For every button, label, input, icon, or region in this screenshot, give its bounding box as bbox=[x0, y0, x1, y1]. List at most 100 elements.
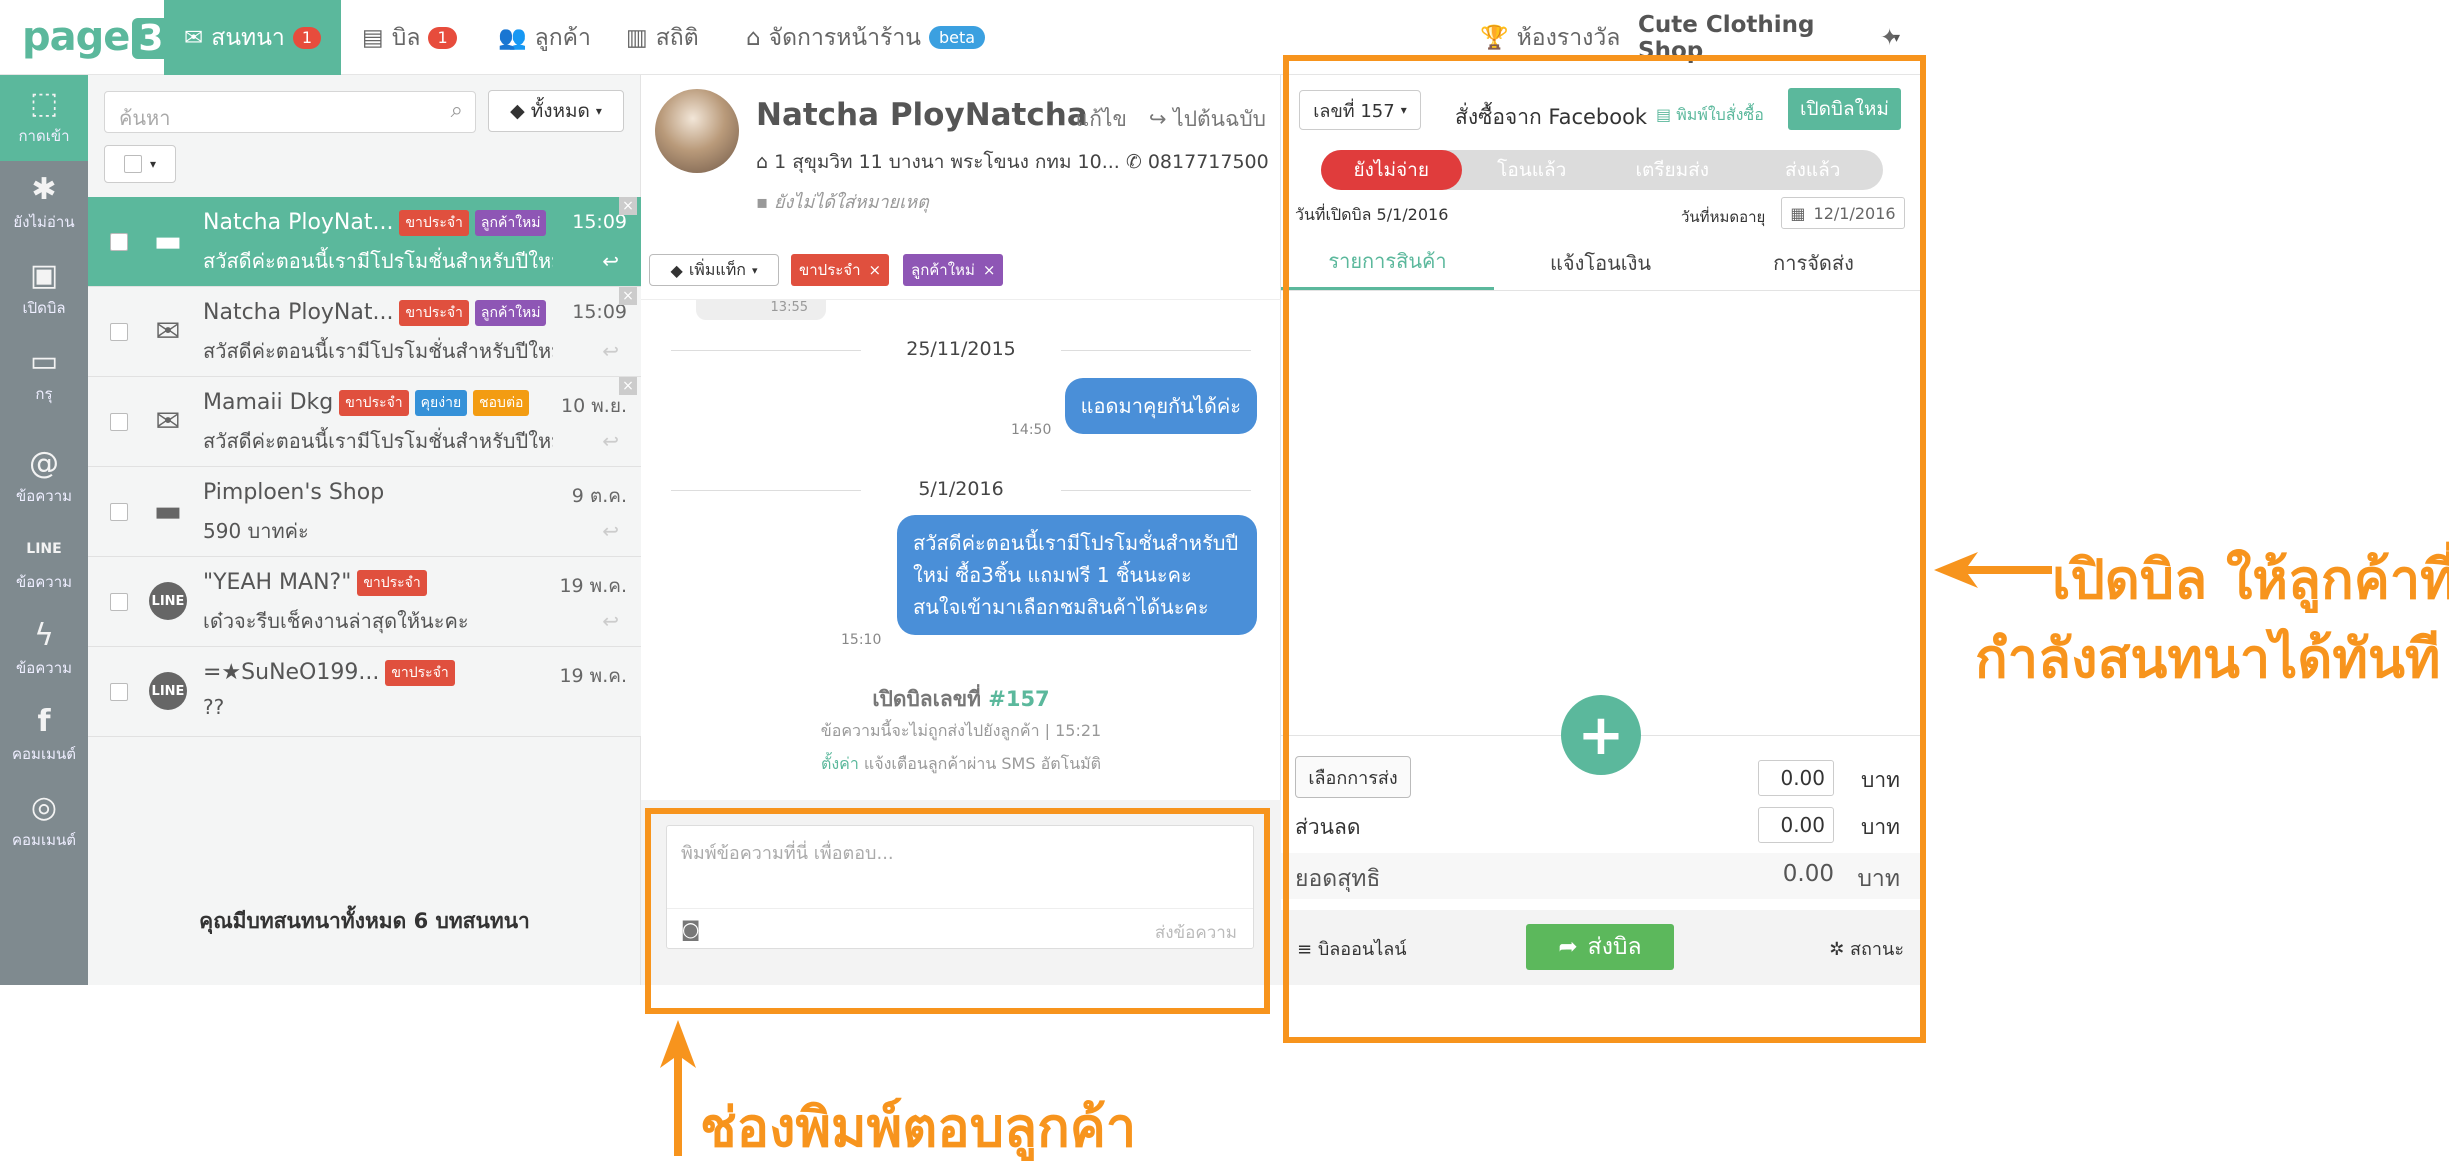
row-checkbox[interactable] bbox=[110, 233, 128, 251]
message-time: 15:10 bbox=[841, 632, 882, 648]
outgoing-message: สวัสดีค่ะตอนนี้เรามีโปรโมชั่นสำหรับปีใหม… bbox=[897, 515, 1257, 635]
search-input[interactable]: ค้นหา ⌕ bbox=[104, 91, 476, 133]
select-all-checkbox[interactable] bbox=[123, 155, 142, 173]
reply-icon: ↩ bbox=[602, 339, 619, 363]
rail-open-bill[interactable]: ▣ เปิดบิล bbox=[0, 247, 88, 333]
message-time: 10 พ.ย. bbox=[561, 395, 627, 417]
tag-chip: ลูกค้าใหม่ bbox=[474, 210, 547, 236]
tag-chip: ขาประจำ bbox=[357, 570, 427, 596]
contact-name: Natcha PloyNat... bbox=[203, 210, 394, 235]
row-checkbox[interactable] bbox=[110, 593, 128, 611]
row-checkbox[interactable] bbox=[110, 683, 128, 701]
row-checkbox[interactable] bbox=[110, 503, 128, 521]
reply-icon: ↩ bbox=[602, 429, 619, 453]
beta-badge: beta bbox=[929, 26, 986, 49]
date-separator: 5/1/2016 bbox=[671, 478, 1251, 500]
contact-name: Mamaii Dkg bbox=[203, 390, 334, 415]
rail-facebook-comment[interactable]: f คอมเมนต์ bbox=[0, 693, 88, 779]
message-time: 19 พ.ค. bbox=[559, 665, 627, 687]
inbox-tray-icon: ⬚ bbox=[29, 85, 59, 121]
bill-created-label: เปิดบิลเลขที่ bbox=[872, 687, 981, 711]
select-all-dropdown[interactable]: ▾ bbox=[104, 145, 176, 183]
conversation-row[interactable]: ▬ Natcha PloyNat... ขาประจำ ลูกค้าใหม่ สวั… bbox=[88, 197, 641, 287]
nav-bill[interactable]: ▤ บิล 1 bbox=[342, 0, 477, 75]
bill-notice: ข้อความนี้จะไม่ถูกส่งไปยังลูกค้า | 15:21 bbox=[820, 721, 1102, 740]
contact-name: Natcha PloyNat... bbox=[203, 300, 394, 325]
message-preview: 590 บาทค่ะ bbox=[203, 519, 309, 543]
rail-messenger-msg[interactable]: ϟ ข้อความ bbox=[0, 607, 88, 693]
conversation-row[interactable]: ▬ Pimploen's Shop 590 บาทค่ะ 9 ต.ค. ↩ bbox=[88, 467, 641, 557]
reply-icon: ↩ bbox=[602, 249, 619, 273]
shopping-bag-icon: ▣ bbox=[29, 257, 59, 293]
tag-chip: ขาประจำ bbox=[385, 660, 455, 686]
bill-highlight-box bbox=[1283, 55, 1926, 1043]
message-time: 9 ต.ค. bbox=[571, 485, 627, 507]
close-icon[interactable]: × bbox=[619, 197, 637, 215]
arrow-left-icon bbox=[1934, 552, 2052, 588]
nav-customers[interactable]: 👥 ลูกค้า bbox=[478, 0, 611, 75]
message-preview: เด๋วจะรีบเช็คงานล่าสุดให้นะคะ bbox=[203, 609, 469, 633]
line-icon: LINE bbox=[149, 672, 187, 710]
search-icon: ⌕ bbox=[450, 98, 463, 123]
date-separator: 25/11/2015 bbox=[671, 338, 1251, 360]
chat-badge: 1 bbox=[292, 26, 322, 49]
annotation-open-bill-2: กำลังสนทนาได้ทันที bbox=[1975, 627, 2441, 690]
bill-badge: 1 bbox=[428, 26, 457, 49]
conversation-row[interactable]: ✉ Natcha PloyNat... ขาประจำ ลูกค้าใหม่ สวั… bbox=[88, 287, 641, 377]
message-preview: ?? bbox=[203, 695, 225, 719]
conversation-row[interactable]: LINE =★SuNeO199... ขาประจำ ?? 19 พ.ค. bbox=[88, 647, 641, 737]
reply-icon: ↩ bbox=[602, 609, 619, 633]
line-icon: LINE bbox=[26, 541, 62, 557]
tag-chip: ขาประจำ bbox=[399, 210, 469, 236]
rail-instagram-comment[interactable]: ◎ คอมเมนต์ bbox=[0, 779, 88, 865]
rail-unread[interactable]: ✱ ยังไม่อ่าน bbox=[0, 161, 88, 247]
envelope-icon: ✉ bbox=[155, 313, 181, 349]
close-icon[interactable]: × bbox=[619, 377, 637, 395]
asterisk-icon: ✱ bbox=[31, 171, 57, 207]
annotation-open-bill: เปิดบิล ให้ลูกค้าที่ bbox=[2052, 548, 2449, 611]
bar-chart-icon: ▥ bbox=[626, 24, 648, 51]
at-icon: @ bbox=[29, 445, 59, 481]
chat-bubble-icon: ▬ bbox=[153, 493, 183, 529]
rail-folder[interactable]: ▭ กรุ bbox=[0, 333, 88, 419]
nav-chat[interactable]: ✉ สนทนา 1 bbox=[164, 0, 342, 75]
tag-chip: ชอบต่อ bbox=[473, 390, 530, 416]
row-checkbox[interactable] bbox=[110, 323, 128, 341]
bill-number-link[interactable]: #157 bbox=[988, 687, 1049, 711]
arrow-up-icon bbox=[660, 1020, 696, 1156]
facebook-icon: f bbox=[37, 703, 51, 739]
rail-line-msg[interactable]: LINE ข้อความ bbox=[0, 521, 88, 607]
message-preview: สวัสดีค่ะตอนนี้เรามีโปรโมชั่นสำหรับปีใหม… bbox=[203, 429, 553, 453]
message-preview: สวัสดีค่ะตอนนี้เรามีโปรโมชั่นสำหรับปีใหม… bbox=[203, 249, 553, 273]
conversation-row[interactable]: ✉ Mamaii Dkg ขาประจำ คุยง่าย ชอบต่อ สวัสดีค… bbox=[88, 377, 641, 467]
store-icon: ⌂ bbox=[746, 24, 761, 51]
tag-chip: ขาประจำ bbox=[399, 300, 469, 326]
nav-store[interactable]: ⌂ จัดการหน้าร้าน beta bbox=[726, 0, 1005, 75]
left-rail: ⬚ กาดเข้า ✱ ยังไม่อ่าน ▣ เปิดบิล ▭ กรุ @ ข้อค… bbox=[0, 75, 88, 985]
contact-name: Pimploen's Shop bbox=[203, 480, 385, 505]
nav-stats[interactable]: ▥ สถิติ bbox=[606, 0, 719, 75]
trophy-icon: 🏆 bbox=[1480, 25, 1509, 51]
line-icon: LINE bbox=[149, 582, 187, 620]
tag-chip: คุยง่าย bbox=[414, 390, 468, 416]
conversation-row[interactable]: LINE "YEAH MAN?" ขาประจำ เด๋วจะรีบเช็คงาน… bbox=[88, 557, 641, 647]
tag-filter-dropdown[interactable]: ◆ ทั้งหมด ▾ bbox=[488, 90, 624, 132]
rail-instagram-msg[interactable]: @ ข้อความ bbox=[0, 435, 88, 521]
conversation-count: คุณมีบทสนทนาทั้งหมด 6 บทสนทนา bbox=[199, 909, 530, 933]
users-icon: 👥 bbox=[498, 25, 527, 51]
tag-chip: ขาประจำ bbox=[339, 390, 409, 416]
folder-icon: ▭ bbox=[29, 343, 59, 379]
reply-icon: ↩ bbox=[602, 519, 619, 543]
messenger-icon: ϟ bbox=[34, 617, 54, 653]
message-time: 19 พ.ค. bbox=[559, 575, 627, 597]
close-icon[interactable]: × bbox=[619, 287, 637, 305]
bill-icon: ▤ bbox=[362, 24, 384, 51]
rail-inbox[interactable]: ⬚ กาดเข้า bbox=[0, 75, 88, 161]
settings-link[interactable]: ตั้งค่า bbox=[821, 754, 859, 773]
inbox-icon: ✉ bbox=[184, 24, 204, 51]
outgoing-message: แอดมาคุยกันได้ค่ะ bbox=[1064, 378, 1257, 434]
row-checkbox[interactable] bbox=[110, 413, 128, 431]
contact-name: "YEAH MAN?" bbox=[203, 570, 352, 595]
instagram-icon: ◎ bbox=[30, 789, 58, 825]
message-preview: สวัสดีค่ะตอนนี้เรามีโปรโมชั่นสำหรับปีใหม… bbox=[203, 339, 553, 363]
